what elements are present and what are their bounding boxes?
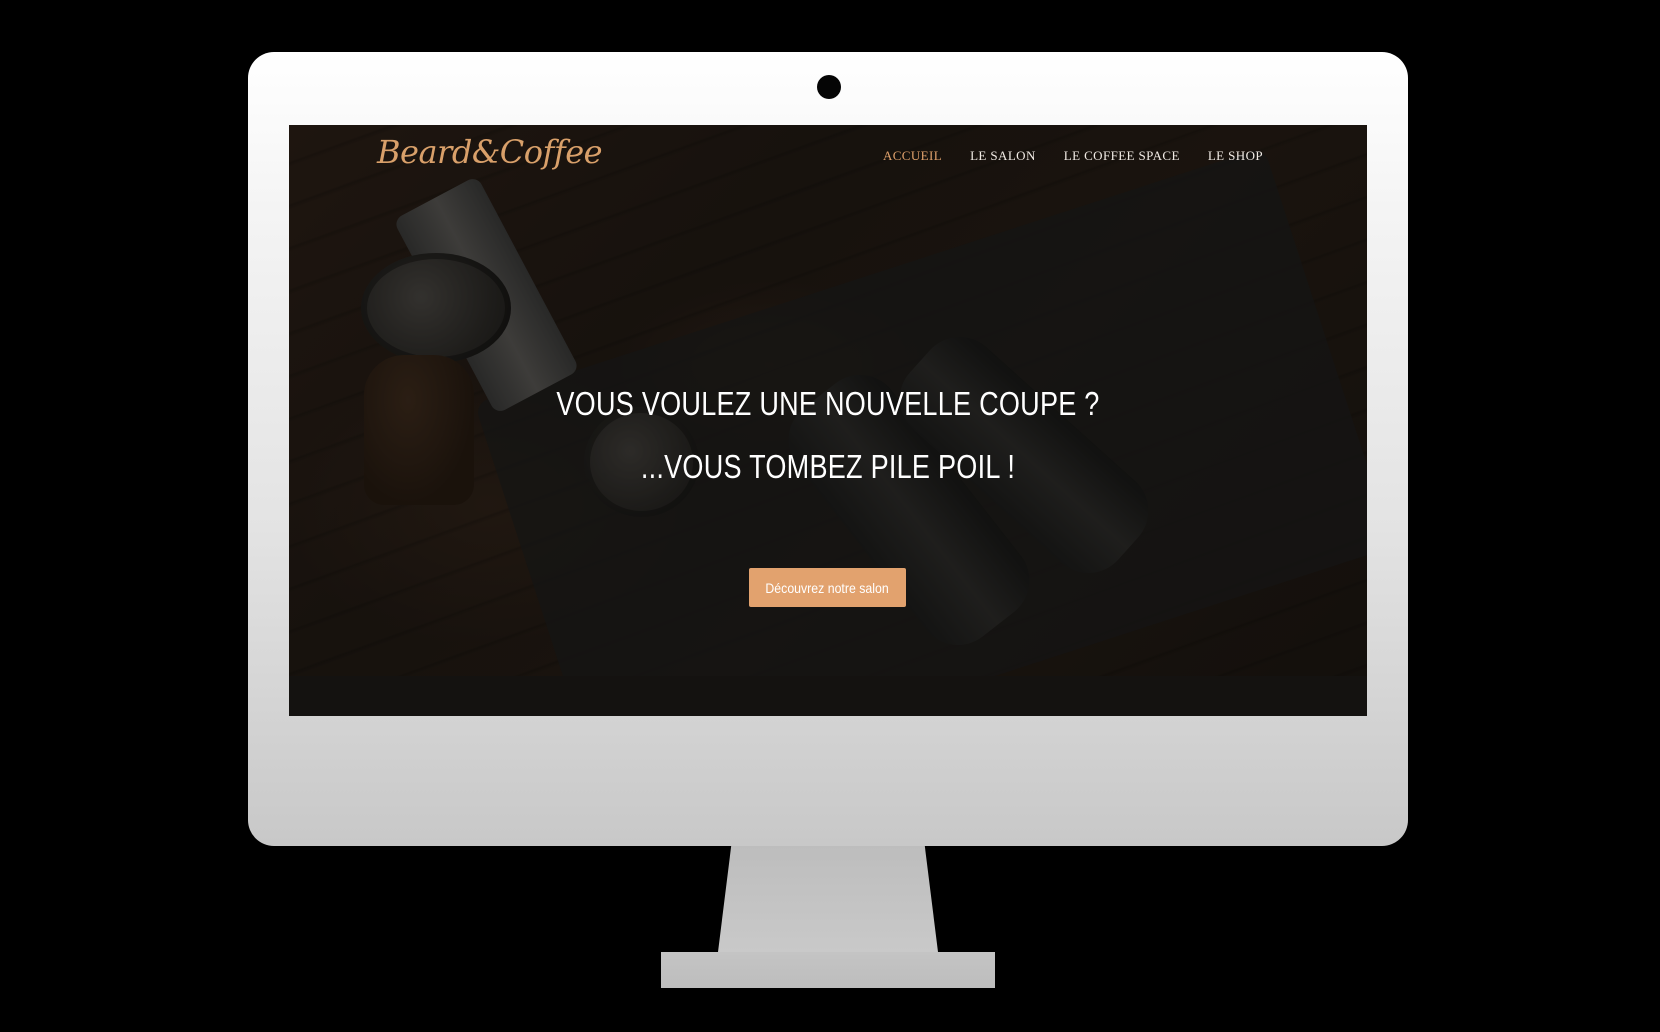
hero-section: Beard&Coffee ACCUEIL LE SALON LE COFFEE … (289, 125, 1367, 676)
nav-item-le-coffee-space[interactable]: LE COFFEE SPACE (1064, 148, 1180, 164)
nav-item-le-shop[interactable]: LE SHOP (1208, 148, 1263, 164)
device-mockup: Beard&Coffee ACCUEIL LE SALON LE COFFEE … (0, 0, 1660, 1032)
main-nav: ACCUEIL LE SALON LE COFFEE SPACE LE SHOP (883, 148, 1263, 164)
nav-item-accueil[interactable]: ACCUEIL (883, 148, 942, 164)
discover-salon-button[interactable]: Découvrez notre salon (749, 568, 906, 607)
monitor-frame: Beard&Coffee ACCUEIL LE SALON LE COFFEE … (248, 52, 1408, 846)
camera-icon (817, 75, 841, 99)
monitor-stand-base (661, 952, 995, 988)
website-screen: Beard&Coffee ACCUEIL LE SALON LE COFFEE … (289, 125, 1367, 716)
hero-headline: VOUS VOULEZ UNE NOUVELLE COUPE ? (556, 385, 1100, 422)
hero-subheadline: ...VOUS TOMBEZ PILE POIL ! (640, 448, 1016, 485)
site-logo[interactable]: Beard&Coffee (377, 133, 603, 171)
nav-item-le-salon[interactable]: LE SALON (970, 148, 1036, 164)
monitor-stand-neck (718, 846, 938, 952)
discover-salon-button-label: Découvrez notre salon (765, 579, 890, 596)
